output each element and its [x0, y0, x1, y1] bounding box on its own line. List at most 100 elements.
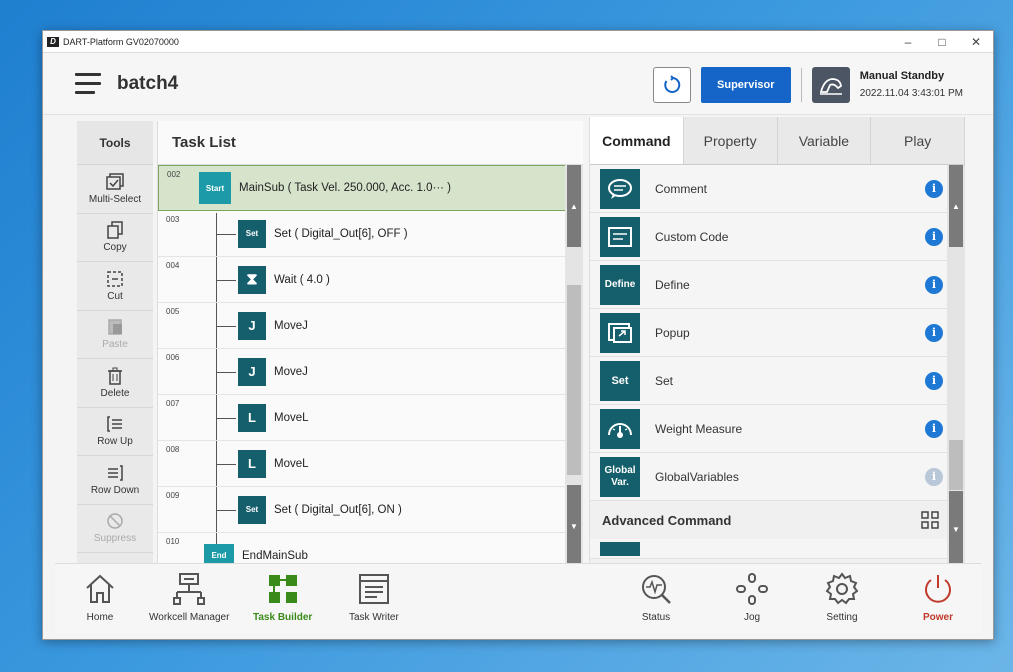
- tab-variable[interactable]: Variable: [778, 117, 872, 164]
- header-divider: [800, 68, 802, 102]
- tools-panel: Tools Multi-Select Copy Cut Paste Delete…: [77, 121, 153, 567]
- info-icon[interactable]: i: [925, 179, 943, 198]
- advanced-command-label: Advanced Command: [602, 512, 732, 528]
- command-item-custom-code[interactable]: Custom Code i: [590, 213, 965, 261]
- task-row-text: MoveJ: [274, 365, 308, 378]
- command-item-partial[interactable]: [590, 539, 965, 559]
- reload-button[interactable]: [652, 67, 691, 103]
- cut-icon: [107, 271, 123, 287]
- task-row[interactable]: 004 ⧗ Wait ( 4.0 ): [158, 257, 583, 303]
- task-row[interactable]: 003 Set Set ( Digital_Out[6], OFF ): [158, 211, 583, 257]
- info-icon[interactable]: i: [925, 371, 943, 390]
- set-icon: Set: [238, 495, 266, 524]
- tools-title: Tools: [77, 121, 153, 165]
- nav-label: Setting: [826, 612, 858, 623]
- scroll-thumb[interactable]: [567, 285, 581, 475]
- row-up-label: Row Up: [97, 436, 133, 448]
- command-item-popup[interactable]: Popup i: [590, 309, 965, 357]
- command-list: Comment i Custom Code i Define Define i …: [590, 165, 965, 567]
- title-bar: D DART-Platform GV02070000 – □ ✕: [43, 31, 993, 53]
- nav-task-builder[interactable]: Task Builder: [253, 572, 312, 623]
- close-button[interactable]: ✕: [959, 35, 993, 49]
- hourglass-icon: ⧗: [238, 265, 266, 294]
- maximize-button[interactable]: □: [925, 35, 959, 49]
- command-item-define[interactable]: Define Define i: [590, 261, 965, 309]
- app-logo-icon: D: [47, 36, 59, 47]
- info-icon[interactable]: i: [925, 227, 943, 246]
- jog-icon: [736, 573, 768, 605]
- task-row-text: MoveL: [274, 457, 309, 470]
- nav-setting[interactable]: Setting: [825, 572, 859, 623]
- nav-jog[interactable]: Jog: [735, 572, 769, 623]
- copy-button[interactable]: Copy: [77, 214, 153, 262]
- delete-button[interactable]: Delete: [77, 359, 153, 408]
- minimize-button[interactable]: –: [891, 35, 925, 49]
- movel-icon: L: [238, 449, 266, 478]
- tab-play[interactable]: Play: [871, 117, 965, 164]
- movej-icon: J: [238, 311, 266, 340]
- info-icon[interactable]: i: [925, 275, 943, 294]
- copy-icon: [107, 221, 123, 239]
- status-icon: [642, 575, 671, 604]
- set-icon: Set: [600, 360, 640, 401]
- command-item-weight-measure[interactable]: Weight Measure i: [590, 405, 965, 453]
- task-list-scrollbar[interactable]: ▲ ▼: [565, 165, 583, 567]
- nav-task-writer[interactable]: Task Writer: [349, 572, 399, 623]
- row-down-button[interactable]: Row Down: [77, 456, 153, 505]
- delete-label: Delete: [100, 387, 130, 399]
- tab-command[interactable]: Command: [590, 117, 684, 164]
- nav-label: Task Writer: [349, 612, 399, 623]
- command-list-scrollbar[interactable]: ▲ ▼: [947, 165, 965, 567]
- line-number: 005: [166, 307, 180, 316]
- paste-button[interactable]: Paste: [77, 311, 153, 359]
- task-row[interactable]: 007 L MoveL: [158, 395, 583, 441]
- command-item-comment[interactable]: Comment i: [590, 165, 965, 213]
- suppress-label: Suppress: [93, 533, 137, 545]
- cut-button[interactable]: Cut: [77, 262, 153, 311]
- menu-icon[interactable]: [75, 73, 101, 94]
- line-number: 004: [166, 261, 180, 270]
- nav-power[interactable]: Power: [921, 572, 955, 623]
- row-up-button[interactable]: Row Up: [77, 408, 153, 456]
- task-row[interactable]: 002 Start MainSub ( Task Vel. 250.000, A…: [158, 165, 583, 211]
- line-number: 002: [167, 170, 181, 179]
- cut-label: Cut: [107, 290, 123, 302]
- info-icon[interactable]: i: [925, 467, 943, 486]
- tab-property[interactable]: Property: [684, 117, 778, 164]
- robot-status-icon[interactable]: [811, 67, 850, 103]
- row-up-icon: [107, 416, 122, 432]
- task-row[interactable]: 009 Set Set ( Digital_Out[6], ON ): [158, 487, 583, 533]
- command-panel: Command Property Variable Play Comment i…: [589, 117, 965, 567]
- multi-select-icon: [106, 173, 124, 190]
- task-row[interactable]: 006 J MoveJ: [158, 349, 583, 395]
- trash-icon: [108, 367, 122, 385]
- nav-status[interactable]: Status: [639, 572, 673, 623]
- task-row[interactable]: 005 J MoveJ: [158, 303, 583, 349]
- nav-home[interactable]: Home: [83, 572, 117, 623]
- global-var-icon: Global Var.: [600, 456, 640, 497]
- suppress-button[interactable]: Suppress: [77, 505, 153, 553]
- grid-view-icon[interactable]: [921, 511, 939, 529]
- scroll-thumb[interactable]: [949, 440, 963, 490]
- supervisor-button[interactable]: Supervisor: [700, 67, 791, 103]
- info-icon[interactable]: i: [925, 419, 943, 438]
- scroll-up-icon[interactable]: ▲: [567, 165, 581, 247]
- command-item-set[interactable]: Set Set i: [590, 357, 965, 405]
- command-item-global-variables[interactable]: Global Var. GlobalVariables i: [590, 453, 965, 501]
- task-row[interactable]: 010 End EndMainSub: [158, 533, 583, 567]
- multi-select-button[interactable]: Multi-Select: [77, 165, 153, 214]
- info-icon[interactable]: i: [925, 323, 943, 342]
- nav-workcell-manager[interactable]: Workcell Manager: [149, 572, 229, 623]
- paste-label: Paste: [102, 339, 128, 351]
- command-name: Weight Measure: [655, 421, 743, 436]
- task-row[interactable]: 008 L MoveL: [158, 441, 583, 487]
- workcell-icon: [173, 573, 206, 605]
- task-list-title: Task List: [158, 121, 583, 165]
- movel-icon: L: [238, 403, 266, 432]
- popup-icon: [600, 312, 640, 353]
- advanced-command-header[interactable]: Advanced Command: [590, 501, 965, 539]
- scroll-down-icon[interactable]: ▼: [567, 485, 581, 567]
- status-info: Manual Standby 2022.11.04 3:43:01 PM: [860, 68, 963, 102]
- scroll-down-icon[interactable]: ▼: [949, 491, 963, 567]
- scroll-up-icon[interactable]: ▲: [949, 165, 963, 247]
